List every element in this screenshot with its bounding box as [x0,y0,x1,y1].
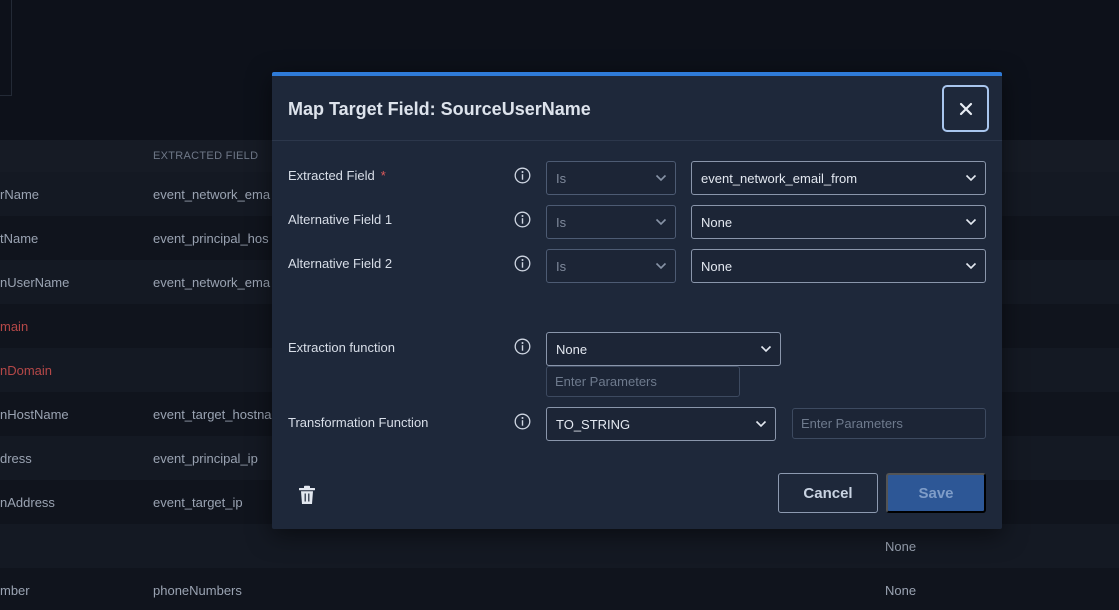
cancel-button[interactable]: Cancel [778,473,878,513]
required-indicator: * [380,168,386,183]
alternative-field-1-select[interactable]: None [691,205,986,239]
extracted-field-cell: event_network_ema [153,187,271,202]
alternative-field-1-operator-select[interactable]: Is [546,205,676,239]
extracted-field-cell: event_target_ip [153,495,243,510]
save-button[interactable]: Save [886,473,986,513]
info-icon[interactable] [514,338,531,355]
extracted-field-cell: event_principal_ip [153,451,258,466]
alternative-field-2-operator-select[interactable]: Is [546,249,676,283]
extraction-function-select[interactable]: None [546,332,781,366]
alternative-field-1-label: Alternative Field 1 [288,212,393,227]
extracted-field-cell: event_network_ema [153,275,271,290]
target-field-cell: mber [0,583,30,598]
trash-icon[interactable] [298,485,316,505]
extracted-field-operator-select[interactable]: Is [546,161,676,195]
alternative-field-1-value: None [701,215,733,230]
target-field-cell: nDomain [0,363,53,378]
column-header-extracted-field: EXTRACTED FIELD [153,150,259,162]
chevron-down-icon [755,420,767,428]
target-field-cell: nHostName [0,407,69,422]
mapping-value-cell: None [885,583,917,598]
target-field-cell: main [0,319,29,334]
extraction-parameters-placeholder: Enter Parameters [555,374,657,389]
extracted-field-label: Extracted Field * [288,168,386,183]
chevron-down-icon [965,218,977,226]
chevron-down-icon [655,218,667,226]
close-button[interactable] [942,85,989,132]
chevron-down-icon [965,174,977,182]
operator-value: Is [556,171,567,186]
table-row[interactable]: mber phoneNumbers None [0,568,1119,610]
chevron-down-icon [655,262,667,270]
info-icon[interactable] [514,255,531,272]
top-panel-box [0,0,12,96]
target-field-cell: nAddress [0,495,55,510]
alternative-field-2-value: None [701,259,733,274]
mapping-value-cell: None [885,539,917,554]
extraction-parameters-input[interactable]: Enter Parameters [546,366,740,397]
alternative-field-2-label: Alternative Field 2 [288,256,393,271]
info-icon[interactable] [514,167,531,184]
extracted-field-cell: event_target_hostna [153,407,272,422]
target-field-cell: nUserName [0,275,70,290]
dialog-title: Map Target Field: SourceUserName [288,99,591,119]
transformation-parameters-placeholder: Enter Parameters [801,416,903,431]
chevron-down-icon [965,262,977,270]
info-icon[interactable] [514,211,531,228]
chevron-down-icon [655,174,667,182]
extraction-function-label: Extraction function [288,340,395,355]
close-icon [959,102,972,115]
target-field-cell: dress [0,451,32,466]
transformation-function-select[interactable]: TO_STRING [546,407,776,441]
extraction-function-value: None [556,342,588,357]
transformation-function-label: Transformation Function [288,415,429,430]
chevron-down-icon [760,345,772,353]
operator-value: Is [556,215,567,230]
map-target-field-dialog: Map Target Field: SourceUserName Extract… [272,72,1002,529]
target-field-cell: rName [0,187,40,202]
transformation-function-value: TO_STRING [556,417,631,432]
extracted-field-select[interactable]: event_network_email_from [691,161,986,195]
target-field-cell: tName [0,231,39,246]
extracted-field-cell: event_principal_hos [153,231,269,246]
dialog-header: Map Target Field: SourceUserName [272,76,1002,141]
alternative-field-2-select[interactable]: None [691,249,986,283]
info-icon[interactable] [514,413,531,430]
table-row[interactable]: None [0,524,1119,568]
transformation-parameters-input[interactable]: Enter Parameters [792,408,986,439]
extracted-field-cell: phoneNumbers [153,583,242,598]
operator-value: Is [556,259,567,274]
extracted-field-value: event_network_email_from [701,171,858,186]
